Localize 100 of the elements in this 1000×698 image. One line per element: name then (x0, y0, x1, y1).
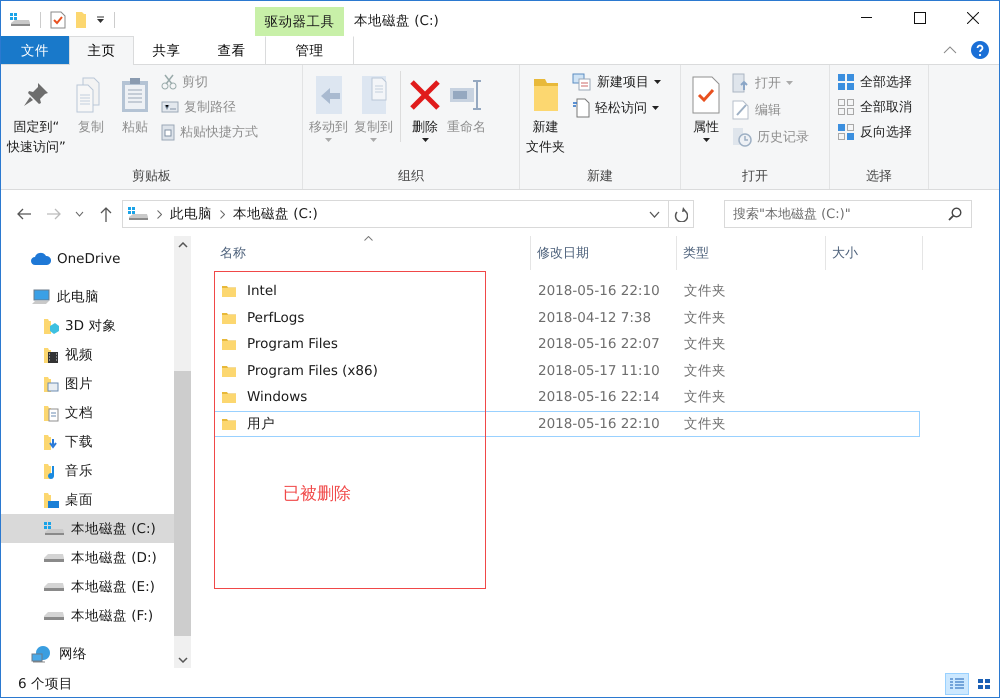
file-row[interactable]: Program Files 2018-05-16 22:07 文件夹 (214, 331, 920, 358)
drive-icon (43, 610, 65, 622)
drive-icon (127, 206, 149, 222)
chevron-down-icon[interactable] (649, 210, 660, 218)
collapse-ribbon-icon[interactable] (943, 46, 957, 54)
ribbon-button[interactable]: 属性 (684, 71, 728, 142)
scrollbar[interactable] (174, 236, 191, 668)
group-label: 组织 (397, 168, 425, 186)
file-name: Intel (247, 283, 277, 300)
file-name: 用户 (247, 414, 275, 433)
ribbon-tab[interactable]: 查看 (199, 36, 264, 64)
sidebar-item[interactable]: 桌面 (1, 485, 174, 514)
drive-icon (43, 520, 65, 536)
invert-selection-icon (837, 123, 855, 141)
column-header[interactable]: 修改日期 (531, 236, 677, 270)
folder-icon (221, 364, 237, 378)
ribbon-button[interactable]: 反向选择 (835, 121, 914, 143)
table-cell-text: 2018-04-12 7:38 (537, 310, 652, 326)
sidebar-item[interactable]: 下载 (1, 427, 174, 456)
properties-icon[interactable] (50, 11, 66, 29)
scissors-icon (160, 74, 177, 90)
select-none-icon (837, 98, 855, 116)
search-icon[interactable] (948, 207, 962, 221)
file-name: Program Files (x86) (247, 362, 378, 379)
sidebar-item[interactable]: 此电脑 (1, 282, 174, 311)
drive-icon (43, 552, 65, 564)
close-icon (966, 12, 978, 24)
up-arrow-icon[interactable] (100, 206, 112, 222)
window-title: 本地磁盘 (C:) (354, 12, 439, 30)
table-cell-text: 2018-05-16 22:14 (537, 389, 661, 406)
table-cell-text: 文件夹 (683, 388, 727, 406)
sidebar-item[interactable]: 本地磁盘 (F:) (1, 601, 174, 630)
search-field[interactable]: 搜索"本地磁盘 (C:)" (724, 200, 972, 228)
column-header[interactable]: 名称 (214, 236, 531, 270)
ribbon-button[interactable]: 新建 文件夹 (523, 71, 568, 158)
ribbon-button[interactable]: 全部选择 (835, 71, 914, 93)
annotation-text: 已被删除 (283, 483, 351, 505)
path-icon (160, 101, 179, 113)
ribbon-button[interactable]: 轻松访问 (570, 96, 663, 120)
help-icon[interactable] (971, 41, 989, 59)
ribbon-button[interactable]: 全部取消 (835, 96, 914, 118)
table-cell-text: 2018-05-16 22:07 (537, 336, 661, 352)
file-row[interactable]: Program Files (x86) 2018-05-17 11:10 文件夹 (214, 358, 920, 384)
file-row[interactable]: 用户 2018-05-16 22:10 文件夹 (214, 410, 920, 437)
address-bar[interactable]: 此电脑 本地磁盘 (C:) (122, 200, 694, 228)
maximize-icon (914, 12, 926, 24)
file-name: PerfLogs (247, 310, 304, 326)
ribbon-tab[interactable]: 管理 (265, 36, 354, 64)
ribbon-tab[interactable]: 主页 (69, 36, 134, 65)
table-cell-text: 2018-05-17 11:10 (537, 362, 661, 379)
table-cell-text: 文件夹 (683, 362, 727, 380)
drive-icon[interactable] (9, 12, 31, 28)
sidebar-item[interactable]: 视频 (1, 340, 174, 369)
table-cell-text: 2018-05-16 22:10 (537, 283, 661, 300)
folder-icon (43, 374, 59, 392)
file-row[interactable]: Intel 2018-05-16 22:10 文件夹 (214, 278, 920, 304)
sidebar-item[interactable]: 图片 (1, 369, 174, 398)
column-header[interactable]: 类型 (677, 236, 826, 270)
item-count: 6 个项目 (18, 674, 73, 692)
document-icon (572, 98, 590, 118)
back-icon[interactable] (17, 208, 31, 220)
sidebar-item[interactable]: 网络 (1, 639, 174, 668)
folder-icon (221, 416, 237, 431)
folder-icon (43, 316, 59, 334)
ribbon-button[interactable]: 固定到“ 快速访问” (4, 71, 69, 158)
ribbon-button[interactable]: 新建项目 (570, 71, 663, 93)
table-cell-text: 文件夹 (683, 308, 727, 327)
group-label: 剪贴板 (131, 168, 172, 186)
folder-icon (43, 490, 59, 508)
large-icons-view-icon (977, 678, 991, 690)
sidebar-item[interactable]: 3D 对象 (1, 311, 174, 340)
ribbon-tab[interactable]: 文件 (1, 36, 69, 64)
group-label: 打开 (741, 168, 769, 186)
drive-icon (43, 580, 65, 592)
breadcrumb[interactable]: 此电脑 (170, 205, 212, 223)
cloud-icon (31, 252, 51, 266)
group-label: 新建 (586, 168, 614, 186)
sidebar-item[interactable]: 文档 (1, 398, 174, 427)
details-view-button[interactable] (945, 672, 969, 694)
sidebar-item[interactable]: 本地磁盘 (C:) (1, 514, 174, 543)
sidebar-item[interactable]: 音乐 (1, 456, 174, 485)
sidebar-item[interactable]: 本地磁盘 (E:) (1, 572, 174, 601)
table-cell-text: 文件夹 (683, 282, 727, 300)
sidebar-item[interactable]: OneDrive (1, 244, 174, 273)
new-item-icon (572, 73, 592, 91)
shortcut-icon (160, 123, 175, 141)
file-name: Program Files (247, 336, 338, 352)
folder-icon (43, 346, 59, 364)
ribbon-tab[interactable]: 共享 (134, 36, 199, 64)
scrollbar-thumb[interactable] (174, 371, 191, 636)
file-row[interactable]: PerfLogs 2018-04-12 7:38 文件夹 (214, 304, 920, 331)
column-header[interactable]: 大小 (826, 236, 923, 270)
breadcrumb[interactable]: 本地磁盘 (C:) (233, 205, 318, 223)
file-row[interactable]: Windows 2018-05-16 22:14 文件夹 (214, 384, 920, 410)
folder-icon (43, 404, 59, 422)
chevron-down-icon[interactable] (75, 211, 84, 217)
dropdown-icon[interactable] (96, 16, 105, 24)
sidebar-item[interactable]: 本地磁盘 (D:) (1, 543, 174, 572)
folder-icon (43, 432, 59, 450)
ribbon-button[interactable]: 删除 (400, 71, 444, 142)
